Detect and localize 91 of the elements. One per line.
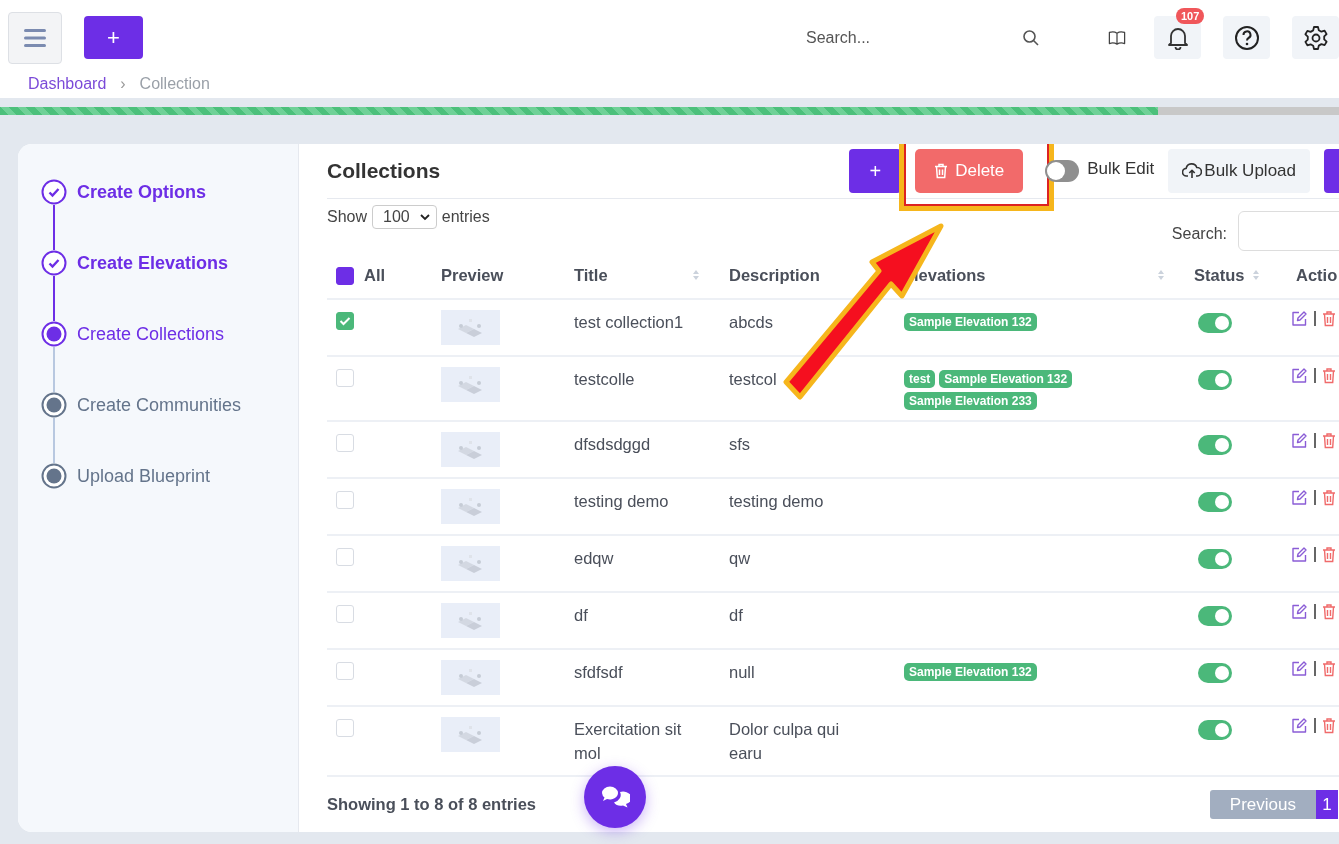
add-button[interactable]: + [849, 149, 902, 193]
column-header[interactable]: Actio [1296, 265, 1338, 285]
description-cell-text: abcds [729, 312, 774, 334]
trash-icon[interactable] [1322, 432, 1336, 450]
status-toggle[interactable] [1198, 435, 1232, 456]
entries-select[interactable]: 100 [372, 205, 437, 230]
edit-icon[interactable] [1291, 717, 1308, 735]
description-cell-text: testing demo [729, 491, 824, 513]
bulk-edit-label: Bulk Edit [1087, 159, 1155, 179]
chat-icon [600, 784, 630, 810]
title-cell-text: testcolle [574, 369, 635, 391]
step-label[interactable]: Create Collections [77, 321, 225, 392]
bulk-upload-button[interactable]: Bulk Upload [1168, 149, 1310, 193]
column-header: All [364, 265, 386, 285]
title-cell-text: df [574, 605, 588, 627]
step-label[interactable]: Upload Blueprint [77, 463, 211, 534]
menu-button[interactable] [8, 11, 62, 64]
menu-icon [24, 27, 46, 48]
settings-icon [1302, 24, 1329, 51]
description-cell-text: df [729, 605, 743, 627]
status-toggle[interactable] [1198, 606, 1232, 627]
elevation-tag: Sample Elevation 233 [904, 392, 1037, 411]
bell-icon [1166, 25, 1189, 50]
description-cell-text: qw [729, 548, 751, 570]
status-toggle[interactable] [1198, 370, 1232, 391]
edit-icon[interactable] [1291, 489, 1308, 507]
description-cell-text: Dolor culpa qui earu [729, 719, 841, 765]
elevation-tag: Sample Elevation 132 [904, 663, 1037, 682]
trash-icon[interactable] [1322, 660, 1336, 678]
status-toggle[interactable] [1198, 549, 1232, 570]
column-header[interactable]: Preview [441, 265, 504, 285]
entries-label: entries [441, 208, 490, 227]
bulk-edit-toggle[interactable] [1045, 160, 1080, 182]
column-header[interactable]: Title [574, 265, 608, 285]
column-header[interactable]: levations [914, 265, 986, 285]
status-toggle[interactable] [1198, 492, 1232, 513]
elevation-tag: Sample Elevation 132 [904, 313, 1037, 332]
trash-icon[interactable] [1322, 310, 1336, 328]
status-toggle[interactable] [1198, 663, 1232, 684]
help-icon [1233, 24, 1260, 51]
title-cell-text: Exercitation sit mol [574, 719, 683, 765]
edit-icon[interactable] [1291, 367, 1308, 385]
search-icon [1022, 28, 1040, 47]
column-header[interactable]: Status [1194, 265, 1245, 285]
help-button[interactable] [1223, 16, 1270, 59]
cloud-upload-icon [1182, 163, 1203, 179]
description-cell-text: null [729, 662, 755, 684]
trash-icon[interactable] [1322, 603, 1336, 621]
search-label: Search: [1171, 225, 1227, 244]
chevron-down-icon [419, 213, 430, 221]
panel-title: Collections [327, 159, 441, 183]
step-label[interactable]: Create Elevations [77, 250, 229, 321]
edit-icon[interactable] [1291, 603, 1308, 621]
step-label[interactable]: Create Communities [77, 392, 242, 463]
notification-badge: 107 [1176, 8, 1205, 24]
description-cell-text: sfs [729, 434, 751, 456]
trash-icon[interactable] [1322, 489, 1336, 507]
trash-icon[interactable] [1322, 367, 1336, 385]
breadcrumb-current: Collection [139, 75, 210, 93]
add-button[interactable]: + [84, 16, 143, 59]
step-label[interactable]: Create Options [77, 179, 207, 250]
title-cell-text: test collection1 [574, 312, 684, 334]
elevation-tag: Sample Elevation 132 [939, 370, 1073, 389]
sort-icon[interactable] [692, 269, 700, 282]
select-all-checkbox[interactable] [336, 267, 354, 286]
title-cell-text: sfdfsdf [574, 662, 623, 684]
edit-icon[interactable] [1291, 660, 1308, 678]
settings-button[interactable] [1292, 16, 1339, 59]
description-cell-text: testcol [729, 369, 777, 391]
status-toggle[interactable] [1198, 720, 1232, 741]
sort-icon[interactable] [1157, 269, 1165, 282]
show-label: Show [327, 208, 368, 227]
row-checkbox[interactable] [336, 312, 354, 331]
title-cell-text: edqw [574, 548, 614, 570]
title-cell-text: dfsdsdggd [574, 434, 651, 456]
sort-icon[interactable] [1252, 269, 1261, 282]
check-icon [339, 316, 351, 327]
trash-icon[interactable] [1322, 717, 1336, 735]
edit-icon[interactable] [1291, 432, 1308, 450]
status-toggle[interactable] [1198, 313, 1232, 334]
breadcrumb-separator: › [120, 75, 126, 93]
column-header[interactable]: Description [729, 265, 820, 285]
trash-icon [934, 163, 949, 179]
edit-icon[interactable] [1291, 310, 1308, 328]
elevation-tag: test [904, 370, 936, 389]
title-cell-text: testing demo [574, 491, 669, 513]
trash-icon[interactable] [1322, 546, 1336, 564]
edit-icon[interactable] [1291, 546, 1308, 564]
entries-info: Showing 1 to 8 of 8 entries [327, 795, 537, 815]
page-button[interactable]: 1 [1316, 790, 1338, 820]
breadcrumb-link[interactable]: Dashboard [28, 75, 107, 93]
